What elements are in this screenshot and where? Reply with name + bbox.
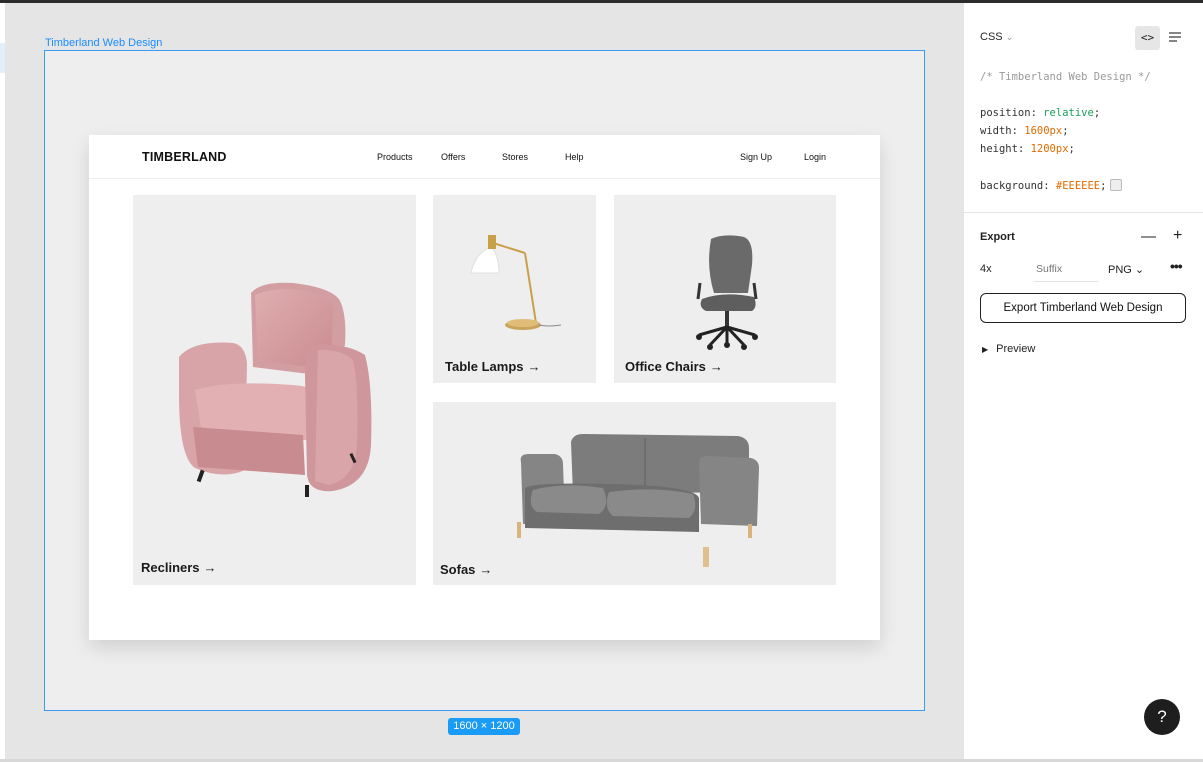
code-line-background: background: #EEEEEE; — [980, 179, 1123, 192]
code-comment: /* Timberland Web Design */ — [980, 71, 1151, 83]
code-prop: background — [980, 180, 1044, 192]
code-prop: height — [980, 143, 1018, 155]
card-office-chairs[interactable]: Office Chairs → — [614, 195, 836, 383]
card-sofas[interactable]: Sofas → — [433, 402, 836, 585]
arrow-right-icon: → — [709, 359, 723, 374]
grey-office-chair-image — [696, 235, 758, 350]
inspect-panel: CSS ⌄ <> /* Timberland Web Design */ pos… — [964, 3, 1203, 759]
code-line-position: position: relative; — [980, 107, 1101, 119]
nav-stores[interactable]: Stores — [502, 152, 528, 162]
code-language-label: CSS — [980, 31, 1003, 43]
pink-recliner-chair-image — [179, 282, 372, 497]
site-brand[interactable]: TIMBERLAND — [142, 150, 227, 164]
frame-size-tag: 1600 × 1200 — [448, 718, 520, 735]
arrow-right-icon: → — [479, 562, 493, 577]
caret-right-icon: ▶ — [982, 345, 989, 354]
code-prop: width — [980, 125, 1012, 137]
more-options-icon[interactable]: ••• — [1170, 258, 1183, 274]
brass-table-lamp-image — [470, 235, 562, 330]
code-value: #EEEEEE — [1055, 180, 1101, 192]
export-section-title: Export — [980, 231, 1015, 243]
card-table-lamps-label[interactable]: Table Lamps → — [445, 359, 541, 374]
list-view-icon[interactable] — [1168, 30, 1182, 44]
nav-offers[interactable]: Offers — [441, 152, 465, 162]
preview-label: Preview — [996, 343, 1036, 355]
code-line-height: height: 1200px; — [980, 143, 1075, 155]
export-scale-select[interactable]: 4x — [980, 263, 992, 275]
arrow-right-icon: → — [203, 560, 217, 575]
card-table-lamps[interactable]: Table Lamps → — [433, 195, 596, 383]
chevron-down-icon: ⌄ — [1005, 32, 1014, 42]
card-recliners-label[interactable]: Recliners → — [141, 560, 217, 575]
site-header: TIMBERLAND Products Offers Stores Help S… — [89, 135, 880, 179]
preview-toggle[interactable]: ▶ Preview — [982, 343, 1035, 355]
code-comment-text: /* Timberland Web Design */ — [980, 71, 1151, 83]
website-mockup: TIMBERLAND Products Offers Stores Help S… — [89, 135, 880, 640]
export-format-select[interactable]: PNG ⌄ — [1108, 263, 1144, 276]
code-value: 1600px — [1024, 125, 1063, 137]
nav-help[interactable]: Help — [565, 152, 584, 162]
code-value: 1200px — [1030, 143, 1069, 155]
export-button[interactable]: Export Timberland Web Design — [980, 293, 1186, 323]
card-label-text: Office Chairs — [625, 359, 706, 374]
nav-sign-up[interactable]: Sign Up — [740, 152, 772, 162]
add-export-icon[interactable]: + — [1173, 227, 1182, 245]
card-label-text: Recliners — [141, 560, 200, 575]
remove-export-icon[interactable]: — — [1141, 228, 1156, 245]
arrow-right-icon: → — [527, 359, 541, 374]
color-swatch[interactable] — [1110, 179, 1123, 191]
code-view-button[interactable]: <> — [1135, 26, 1160, 50]
panel-divider — [964, 212, 1203, 213]
nav-products[interactable]: Products — [377, 152, 413, 162]
nav-login[interactable]: Login — [804, 152, 826, 162]
code-prop: position — [980, 107, 1031, 119]
code-language-dropdown[interactable]: CSS ⌄ — [980, 31, 1013, 43]
frame-label[interactable]: Timberland Web Design — [45, 37, 162, 49]
help-button[interactable]: ? — [1144, 699, 1180, 735]
grey-two-seat-sofa-image — [517, 434, 759, 567]
card-label-text: Sofas — [440, 562, 476, 577]
code-value: relative — [1043, 107, 1094, 119]
card-office-chairs-label[interactable]: Office Chairs → — [625, 359, 723, 374]
card-label-text: Table Lamps — [445, 359, 524, 374]
export-suffix-input[interactable] — [1034, 257, 1098, 282]
card-sofas-label[interactable]: Sofas → — [440, 562, 492, 577]
code-line-width: width: 1600px; — [980, 125, 1069, 137]
card-recliners[interactable]: Recliners → — [133, 195, 416, 585]
